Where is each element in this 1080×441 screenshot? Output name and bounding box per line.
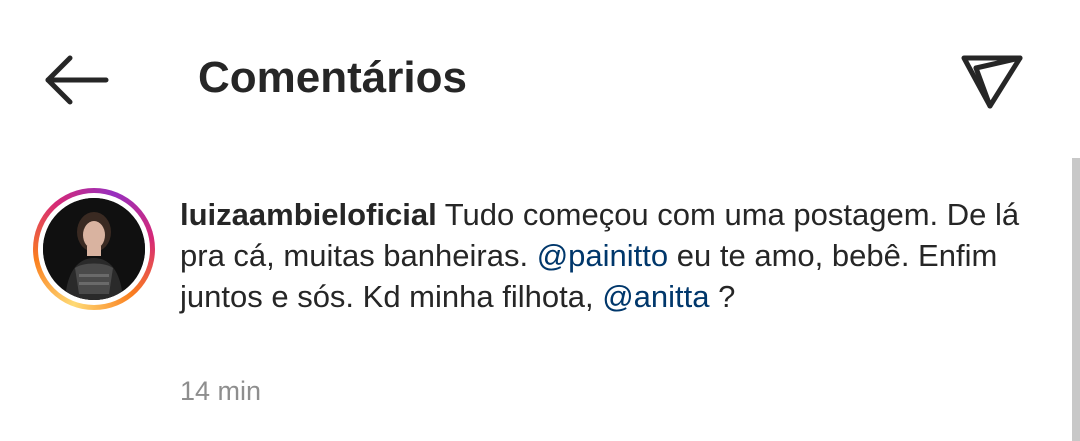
- avatar-story-ring[interactable]: [33, 188, 155, 310]
- arrow-left-icon: [45, 55, 109, 105]
- back-button[interactable]: [36, 46, 116, 116]
- top-app-bar: Comentários: [0, 0, 1080, 150]
- avatar-photo-icon: [43, 198, 145, 300]
- mention-link-anitta[interactable]: @anitta: [602, 279, 709, 314]
- comment-body-part3: ?: [718, 279, 736, 314]
- comment-item: luizaambieloficial Tudo começou com uma …: [0, 180, 1060, 430]
- comment-timestamp: 14 min: [180, 376, 262, 406]
- mention-link-painitto[interactable]: @painitto: [537, 238, 668, 273]
- avatar-border: [38, 193, 150, 305]
- avatar: [43, 198, 145, 300]
- comment-username[interactable]: luizaambieloficial: [180, 197, 437, 232]
- comment-text: luizaambieloficial Tudo começou com uma …: [180, 194, 1030, 317]
- page-title: Comentários: [198, 53, 467, 102]
- scrollbar[interactable]: [1072, 158, 1080, 441]
- paper-plane-icon: [961, 55, 1023, 109]
- share-button[interactable]: [952, 44, 1032, 124]
